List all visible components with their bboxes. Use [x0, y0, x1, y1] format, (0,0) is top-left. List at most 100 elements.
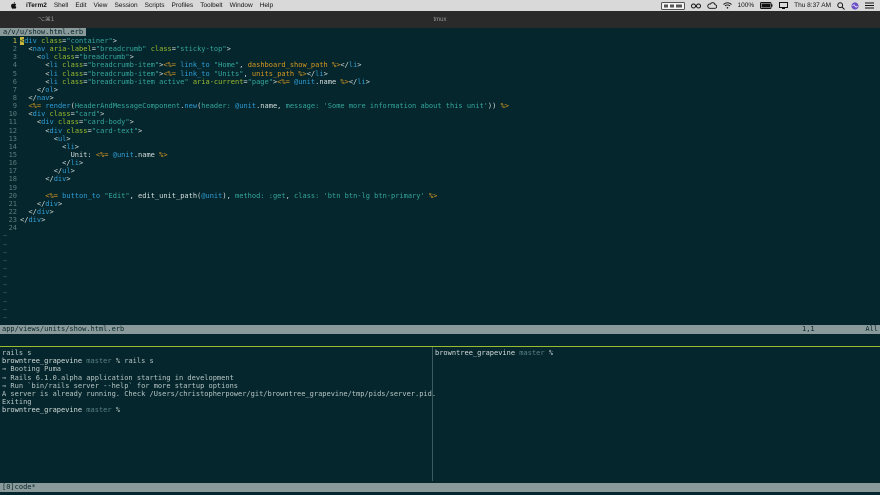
terminal-pane-left[interactable]: rails s browntree_grapevine master % rail… — [0, 349, 436, 481]
code-line[interactable]: 5 <li class="breadcrumb-item"><%= link_t… — [0, 70, 880, 78]
glasses-icon[interactable] — [690, 2, 701, 9]
code-line[interactable]: 10 <div class="card"> — [0, 110, 880, 118]
menu-item-toolbelt[interactable]: Toolbelt — [200, 2, 222, 9]
code-text: <div class="card"> — [20, 110, 105, 119]
menu-item-edit[interactable]: Edit — [75, 2, 86, 9]
code-text: </div> — [20, 175, 71, 184]
code-line[interactable]: 6 <li class="breadcrumb-item active" ari… — [0, 78, 880, 86]
apple-icon[interactable] — [9, 2, 19, 9]
clock[interactable]: Thu 8:37 AM — [794, 2, 831, 9]
list-icon[interactable] — [865, 2, 874, 9]
code-text: </ul> — [20, 167, 75, 176]
code-line[interactable]: 15 Unit: <%= @unit.name %> — [0, 151, 880, 159]
code-line[interactable]: 7 </ol> — [0, 86, 880, 94]
code-text: </li> — [20, 159, 84, 168]
window-title-bar[interactable]: ⌥⌘1 tmux — [0, 11, 880, 28]
code-line[interactable]: 18 </div> — [0, 175, 880, 183]
display-icon[interactable] — [779, 2, 789, 9]
terminal-output-line: ⇒ Booting Puma — [2, 365, 62, 374]
code-area[interactable]: 1 <div class="container"> 2 <nav aria-labe… — [0, 37, 880, 232]
empty-line-tilde: ~ — [3, 273, 8, 282]
empty-buffer-lines: ~ ~ ~ ~ ~ ~ ~ ~ ~ ~ ~ — [0, 232, 880, 322]
shell-prompt: browntree_grapevine master % rails s — [2, 357, 431, 365]
pane-divider-vertical[interactable] — [432, 347, 433, 481]
status-box-icon[interactable] — [660, 1, 685, 10]
menu-item-view[interactable]: View — [94, 2, 108, 9]
terminal-output-line: ⇒ Run `bin/rails server --help` for more… — [2, 381, 239, 390]
menu-item-window[interactable]: Window — [230, 2, 253, 9]
prompt-host: browntree_grapevine — [435, 349, 516, 357]
code-text: <div class="card-body"> — [20, 118, 134, 127]
empty-line-tilde: ~ — [3, 289, 8, 298]
vim-tabline: a/v/u/show.html.erb — [0, 28, 880, 36]
prompt-command: % — [115, 406, 121, 415]
code-line[interactable]: 9 <%= render(HeaderAndMessageComponent.n… — [0, 102, 880, 110]
status-filename: app/views/units/show.html.erb — [2, 325, 125, 333]
line-number: 3 — [12, 53, 17, 62]
menu-item-iterm2[interactable]: iTerm2 — [26, 2, 47, 9]
code-line[interactable]: 19 — [0, 184, 880, 192]
code-line[interactable]: 23 </div> — [0, 216, 880, 224]
menu-item-help[interactable]: Help — [260, 2, 273, 9]
line-number: 15 — [8, 150, 17, 159]
menu-item-session[interactable]: Session — [115, 2, 138, 9]
line-number: 24 — [8, 224, 17, 233]
line-number: 17 — [8, 167, 17, 176]
line-number: 16 — [8, 159, 17, 168]
line-number: 22 — [8, 207, 17, 216]
code-line[interactable]: 22 </div> — [0, 208, 880, 216]
code-line[interactable]: 1 <div class="container"> — [0, 37, 880, 45]
empty-line-tilde: ~ — [3, 248, 8, 257]
code-line[interactable]: 11 <div class="card-body"> — [0, 118, 880, 126]
tmux-window-label[interactable]: [0]code* — [2, 483, 36, 491]
status-cursor-position: 1,1 — [802, 325, 815, 333]
code-line[interactable]: 14 <li> — [0, 143, 880, 151]
empty-line-tilde: ~ — [3, 305, 8, 314]
cloud-icon[interactable] — [706, 2, 717, 9]
terminal-pane-right[interactable]: browntree_grapevine master % — [435, 349, 880, 481]
line-number: 5 — [12, 69, 17, 78]
menu-item-shell[interactable]: Shell — [54, 2, 68, 9]
code-line[interactable]: 8 </nav> — [0, 94, 880, 102]
code-line[interactable]: 2 <nav aria-label="breadcrumb" class="st… — [0, 45, 880, 53]
code-line[interactable]: 12 <div class="card-text"> — [0, 127, 880, 135]
pane-divider-horizontal[interactable] — [0, 346, 880, 347]
search-icon[interactable] — [837, 1, 845, 10]
prompt-command: % rails s — [115, 357, 154, 366]
battery-percent: 100% — [737, 2, 755, 9]
code-line[interactable]: 4 <li class="breadcrumb-item"><%= link_t… — [0, 61, 880, 69]
prompt-host: browntree_grapevine — [2, 357, 83, 366]
empty-line-tilde: ~ — [3, 297, 8, 306]
code-line[interactable]: 3 <ol class="breadcrumb"> — [0, 53, 880, 61]
code-line[interactable]: 16 </li> — [0, 159, 880, 167]
line-number: 12 — [8, 126, 17, 135]
menu-bar: iTerm2 Shell Edit View Session Scripts P… — [0, 0, 880, 11]
wifi-icon[interactable] — [722, 2, 732, 9]
code-text: <li class="breadcrumb-item"><%= link_to … — [20, 61, 362, 70]
code-text: <%= button_to "Edit", edit_unit_path(@un… — [45, 191, 438, 200]
vim-tab-active[interactable]: a/v/u/show.html.erb — [0, 28, 87, 36]
line-number: 7 — [12, 85, 17, 94]
line-number: 14 — [8, 142, 17, 151]
menu-item-scripts[interactable]: Scripts — [145, 2, 165, 9]
battery-icon[interactable] — [760, 2, 773, 9]
menu-item-profiles[interactable]: Profiles — [172, 2, 194, 9]
code-text: <div class="card-text"> — [20, 126, 143, 135]
code-text: </div> — [20, 207, 54, 216]
vim-editor-pane[interactable]: a/v/u/show.html.erb 1 <div class="contain… — [0, 28, 880, 345]
window-title: tmux — [433, 16, 447, 23]
code-line[interactable]: 13 <ul> — [0, 135, 880, 143]
code-text: </div> — [20, 199, 63, 208]
code-text: </nav> — [20, 93, 54, 102]
code-line[interactable]: 21 </div> — [0, 200, 880, 208]
code-line[interactable]: 20 <%= button_to "Edit", edit_unit_path(… — [0, 192, 880, 200]
line-number: 20 — [8, 191, 17, 200]
code-line[interactable]: 17 </ul> — [0, 167, 880, 175]
code-line[interactable]: 24 — [0, 224, 880, 232]
line-number: 10 — [8, 110, 17, 119]
line-number: 21 — [8, 199, 17, 208]
line-number: 9 — [12, 102, 17, 111]
line-number: 23 — [8, 216, 17, 225]
siri-icon[interactable] — [851, 1, 859, 10]
terminal-output-line: ⇒ Rails 6.1.0.alpha application starting… — [2, 373, 234, 382]
